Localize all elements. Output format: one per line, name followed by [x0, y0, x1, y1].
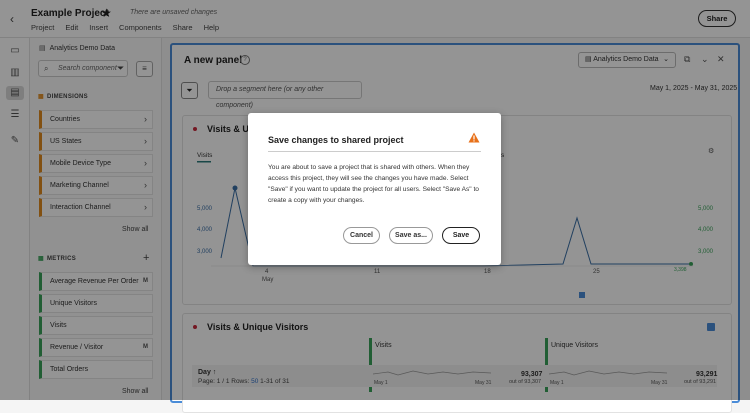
warning-icon: [468, 132, 480, 143]
dialog-body: You are about to save a project that is …: [268, 164, 479, 204]
warning-dot: [473, 140, 475, 142]
cancel-button[interactable]: Cancel: [343, 227, 380, 244]
save-as-button[interactable]: Save as...: [389, 227, 433, 244]
save-button[interactable]: Save: [442, 227, 480, 244]
warning-mark: [473, 135, 475, 140]
dialog-title: Save changes to shared project: [268, 135, 404, 145]
dialog-divider: [268, 151, 481, 152]
save-changes-dialog: Save changes to shared project You are a…: [248, 113, 501, 265]
